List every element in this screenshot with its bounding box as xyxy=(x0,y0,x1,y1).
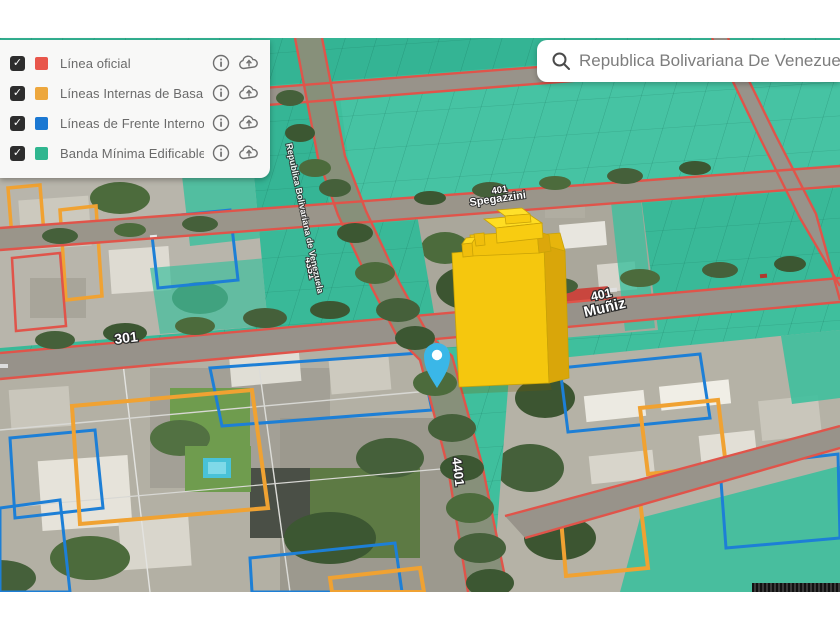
layers-legend-panel: ✓ Línea oficial ✓ Líneas Internas de Bas… xyxy=(0,40,270,178)
address-search-bar xyxy=(537,40,840,82)
legend-row-linea-oficial: ✓ Línea oficial xyxy=(0,48,270,78)
search-input[interactable] xyxy=(579,51,840,71)
legend-label: Líneas Internas de Basamento (L.I.B) xyxy=(60,85,204,101)
color-swatch xyxy=(35,116,48,130)
search-icon xyxy=(552,52,570,70)
legend-label: Banda Mínima Edificable xyxy=(60,145,204,161)
info-icon[interactable] xyxy=(212,114,230,132)
map-attribution-bar xyxy=(752,583,840,592)
legend-label: Líneas de Frente Interno (L.F.I) xyxy=(60,115,204,131)
info-icon[interactable] xyxy=(212,54,230,72)
legend-row-lib: ✓ Líneas Internas de Basamento (L.I.B) xyxy=(0,78,270,108)
info-icon[interactable] xyxy=(212,144,230,162)
checkbox-checked-icon[interactable]: ✓ xyxy=(10,55,25,71)
cloud-download-icon[interactable] xyxy=(238,85,260,101)
checkbox-checked-icon[interactable]: ✓ xyxy=(10,145,25,161)
legend-label: Línea oficial xyxy=(60,55,131,71)
info-icon[interactable] xyxy=(212,84,230,102)
cloud-download-icon[interactable] xyxy=(238,115,260,131)
checkbox-checked-icon[interactable]: ✓ xyxy=(10,115,25,131)
app-window: 401 Spegazzini 401 Muñiz 301 4401 4351 R… xyxy=(0,0,840,630)
color-swatch xyxy=(35,146,48,160)
color-swatch xyxy=(35,86,48,100)
checkbox-checked-icon[interactable]: ✓ xyxy=(10,85,25,101)
cloud-download-icon[interactable] xyxy=(238,145,260,161)
legend-row-lfi: ✓ Líneas de Frente Interno (L.F.I) xyxy=(0,108,270,138)
legend-row-banda-minima: ✓ Banda Mínima Edificable xyxy=(0,138,270,168)
street-label: 301 xyxy=(113,328,138,347)
color-swatch xyxy=(35,56,48,70)
cloud-download-icon[interactable] xyxy=(238,55,260,71)
